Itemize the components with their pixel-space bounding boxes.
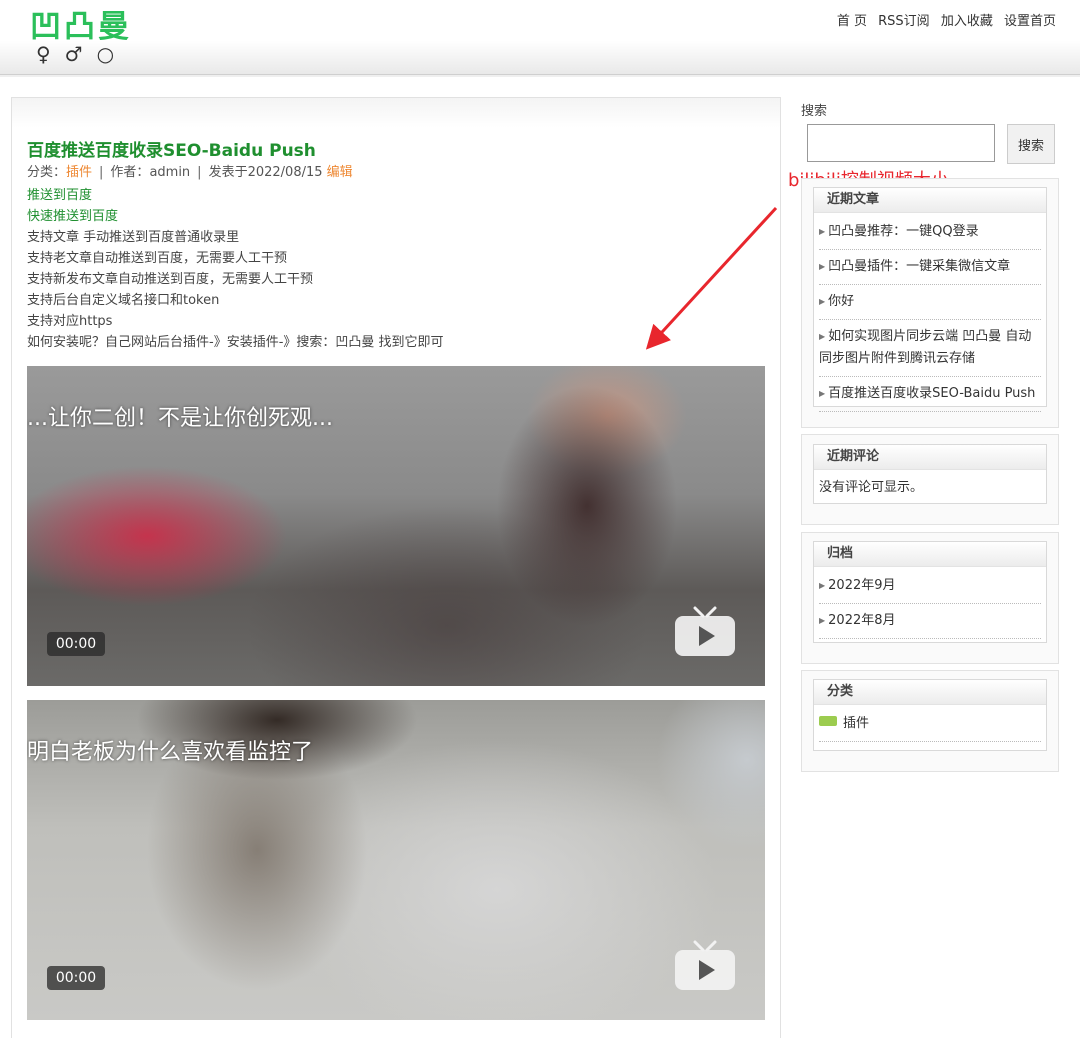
- archive-item[interactable]: ▶ 2022年9月: [819, 569, 1041, 604]
- site-logo[interactable]: 凹凸曼 ♀♂○: [30, 10, 132, 64]
- triangle-right-icon: ▶: [819, 297, 826, 306]
- video-title: 明白老板为什么喜欢看监控了: [27, 740, 314, 765]
- post-date: 2022/08/15: [247, 165, 323, 180]
- category-link[interactable]: 插件: [66, 165, 92, 180]
- widget-title: 近期文章: [814, 188, 1046, 213]
- body-line: 推送到百度: [27, 188, 93, 203]
- triangle-right-icon: ▶: [819, 262, 826, 271]
- body-line: 支持新发布文章自动推送到百度，无需要人工干预: [27, 272, 314, 287]
- recent-post-item[interactable]: ▶ 凹凸曼插件：一键采集微信文章: [819, 250, 1041, 285]
- search-button[interactable]: 搜索: [1007, 124, 1055, 164]
- triangle-right-icon: ▶: [819, 616, 826, 625]
- tv-play-icon[interactable]: [673, 940, 737, 994]
- post-body: 推送到百度 快速推送到百度 支持文章 手动推送到百度普通收录里 支持老文章自动推…: [27, 185, 767, 353]
- triangle-right-icon: ▶: [819, 227, 826, 236]
- widget-title: 分类: [814, 680, 1046, 705]
- body-line: 支持后台自定义域名接口和token: [27, 293, 220, 308]
- widget-recent-comments: 近期评论 没有评论可显示。: [801, 434, 1059, 525]
- logo-symbols: ♀♂○: [36, 42, 129, 66]
- recent-post-link[interactable]: 凹凸曼推荐：一键QQ登录: [828, 224, 978, 239]
- top-nav: 首 页 RSS订阅 加入收藏 设置首页: [830, 10, 1056, 29]
- triangle-right-icon: ▶: [819, 332, 826, 341]
- video-title: ...让你二创！不是让你创死观...: [27, 406, 333, 431]
- triangle-right-icon: ▶: [819, 389, 826, 398]
- category-link[interactable]: 插件: [843, 716, 869, 731]
- tv-play-icon[interactable]: [673, 606, 737, 660]
- category-chip-icon: [819, 716, 837, 726]
- widget-recent-posts: 近期文章 ▶ 凹凸曼推荐：一键QQ登录 ▶ 凹凸曼插件：一键采集微信文章 ▶ 你好 ▶…: [801, 178, 1059, 428]
- no-comments-text: 没有评论可显示。: [819, 480, 924, 495]
- archive-link[interactable]: 2022年9月: [828, 578, 895, 593]
- widget-archives: 归档 ▶ 2022年9月 ▶ 2022年8月: [801, 532, 1059, 664]
- widget-title: 归档: [814, 542, 1046, 567]
- body-line: 快速推送到百度: [27, 209, 119, 224]
- recent-post-link[interactable]: 百度推送百度收录SEO-Baidu Push: [828, 386, 1035, 401]
- video-player-2[interactable]: 明白老板为什么喜欢看监控了 00:00: [27, 700, 765, 1020]
- recent-post-link[interactable]: 你好: [828, 294, 854, 309]
- recent-post-item[interactable]: ▶ 如何实现图片同步云端 凹凸曼 自动同步图片附件到腾讯云存储: [819, 320, 1041, 377]
- site-header: 凹凸曼 ♀♂○ 首 页 RSS订阅 加入收藏 设置首页: [0, 0, 1080, 77]
- triangle-right-icon: ▶: [819, 581, 826, 590]
- search-input[interactable]: [807, 124, 995, 162]
- widget-categories: 分类 插件: [801, 670, 1059, 772]
- recent-post-link[interactable]: 如何实现图片同步云端 凹凸曼 自动同步图片附件到腾讯云存储: [819, 329, 1031, 366]
- nav-home-link[interactable]: 首 页: [837, 14, 867, 29]
- category-label: 分类：: [27, 165, 67, 180]
- category-item[interactable]: 插件: [819, 707, 1041, 742]
- recent-post-item[interactable]: ▶ 凹凸曼推荐：一键QQ登录: [819, 215, 1041, 250]
- recent-post-link[interactable]: 凹凸曼插件：一键采集微信文章: [828, 259, 1010, 274]
- date-label: 发表于: [208, 165, 248, 180]
- main-content: 百度推送百度收录SEO-Baidu Push 分类：插件 | 作者：admin | 发表…: [11, 97, 781, 1038]
- nav-bookmark-link[interactable]: 加入收藏: [941, 14, 993, 29]
- post-title[interactable]: 百度推送百度收录SEO-Baidu Push: [27, 136, 316, 161]
- nav-set-homepage-link[interactable]: 设置首页: [1004, 14, 1056, 29]
- meta-separator: |: [99, 165, 104, 180]
- post-meta: 分类：插件 | 作者：admin | 发表于2022/08/15 编辑: [27, 161, 353, 180]
- logo-text: 凹凸曼: [30, 9, 132, 45]
- meta-separator: |: [197, 165, 202, 180]
- search-label: 搜索: [801, 104, 828, 119]
- nav-rss-link[interactable]: RSS订阅: [878, 14, 930, 29]
- video-time: 00:00: [47, 632, 105, 656]
- author-label: 作者：: [110, 165, 150, 180]
- author-name: admin: [149, 165, 191, 180]
- body-line: 支持老文章自动推送到百度，无需要人工干预: [27, 251, 288, 266]
- body-line: 支持文章 手动推送到百度普通收录里: [27, 230, 240, 245]
- body-line: 如何安装呢？自己网站后台插件-》安装插件-》搜索：凹凸曼 找到它即可: [27, 335, 444, 350]
- archive-item[interactable]: ▶ 2022年8月: [819, 604, 1041, 639]
- video-time: 00:00: [47, 966, 105, 990]
- archive-link[interactable]: 2022年8月: [828, 613, 895, 628]
- video-player-1[interactable]: ...让你二创！不是让你创死观... 00:00: [27, 366, 765, 686]
- recent-post-item[interactable]: ▶ 你好: [819, 285, 1041, 320]
- body-line: 支持对应https: [27, 314, 113, 329]
- widget-title: 近期评论: [814, 445, 1046, 470]
- edit-link[interactable]: 编辑: [327, 165, 353, 180]
- recent-post-item[interactable]: ▶ 百度推送百度收录SEO-Baidu Push: [819, 377, 1041, 412]
